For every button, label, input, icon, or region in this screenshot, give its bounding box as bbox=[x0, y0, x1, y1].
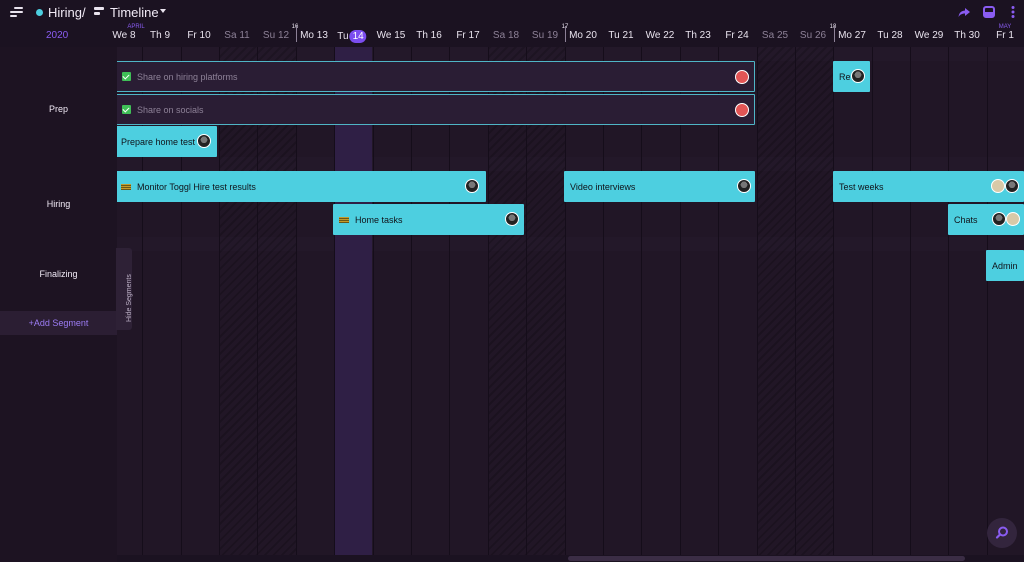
project-name[interactable]: Hiring bbox=[48, 5, 82, 20]
week-divider bbox=[565, 26, 566, 42]
date-header: 2020 APRIL MAY 16 17 18 We 8 Th 9 Fr 10 … bbox=[0, 24, 1024, 47]
day-label: Th 30 bbox=[954, 30, 980, 41]
zoom-icon bbox=[995, 526, 1008, 539]
add-segment-button[interactable]: +Add Segment bbox=[0, 311, 117, 335]
task-share-hiring-platforms[interactable]: Share on hiring platforms bbox=[117, 61, 755, 92]
task-share-on-socials[interactable]: Share on socials bbox=[117, 94, 755, 125]
task-prepare-home-test[interactable]: Prepare home test bbox=[117, 126, 217, 157]
timeline-grid: Share on hiring platforms Re Share on so… bbox=[117, 47, 1024, 555]
horizontal-scrollbar[interactable] bbox=[117, 555, 1024, 562]
avatar bbox=[505, 212, 519, 226]
menu-icon[interactable] bbox=[10, 7, 23, 17]
day-label: We 8 bbox=[112, 30, 136, 41]
avatar bbox=[735, 103, 749, 117]
day-label: Th 23 bbox=[685, 30, 711, 41]
avatar bbox=[991, 179, 1005, 193]
segments-column: Prep Hiring Finalizing +Add Segment bbox=[0, 47, 117, 562]
day-label: Fr 1 bbox=[996, 30, 1014, 41]
task-admin[interactable]: Admin bbox=[986, 250, 1024, 281]
week-number: 16 bbox=[291, 24, 299, 30]
day-label: Mo 27 bbox=[838, 30, 866, 41]
day-label: We 29 bbox=[914, 30, 944, 41]
avatar bbox=[737, 179, 751, 193]
day-label: Su 12 bbox=[262, 30, 290, 41]
task-re[interactable]: Re bbox=[833, 61, 870, 92]
project-color-dot bbox=[36, 9, 43, 16]
day-label: Sa 11 bbox=[224, 30, 250, 41]
day-label: Fr 10 bbox=[187, 30, 211, 41]
task-chats[interactable]: Chats bbox=[948, 204, 1024, 235]
day-label-today: Tu 14 bbox=[337, 30, 367, 43]
day-label: Su 26 bbox=[799, 30, 827, 41]
progress-icon bbox=[339, 216, 349, 223]
timeline-icon bbox=[94, 7, 104, 17]
hide-segments-toggle[interactable]: Hide Segments bbox=[116, 248, 133, 330]
more-icon[interactable] bbox=[1006, 5, 1020, 19]
week-divider bbox=[834, 26, 835, 42]
avatar bbox=[465, 179, 479, 193]
day-label: Th 9 bbox=[149, 30, 171, 41]
day-label: Fr 17 bbox=[456, 30, 480, 41]
task-monitor-hire-results[interactable]: Monitor Toggl Hire test results bbox=[117, 171, 486, 202]
scrollbar-thumb[interactable] bbox=[568, 556, 965, 561]
share-icon[interactable] bbox=[957, 5, 971, 19]
day-label: Mo 20 bbox=[569, 30, 597, 41]
day-label: Sa 18 bbox=[492, 30, 520, 41]
segment-finalizing[interactable]: Finalizing bbox=[0, 251, 117, 297]
task-home-tasks[interactable]: Home tasks bbox=[333, 204, 524, 235]
avatar bbox=[197, 134, 211, 148]
avatar bbox=[851, 69, 865, 83]
task-video-interviews[interactable]: Video interviews bbox=[564, 171, 755, 202]
day-label: Tu 28 bbox=[877, 30, 903, 41]
avatar bbox=[735, 70, 749, 84]
checkmark-icon[interactable] bbox=[122, 72, 131, 81]
today-badge: 14 bbox=[349, 30, 367, 43]
year-label: 2020 bbox=[46, 30, 69, 41]
progress-icon bbox=[121, 183, 131, 190]
day-label: Tu 21 bbox=[608, 30, 634, 41]
task-test-weeks[interactable]: Test weeks bbox=[833, 171, 1024, 202]
inbox-icon[interactable] bbox=[982, 5, 996, 19]
day-label: Sa 25 bbox=[761, 30, 789, 41]
segment-hiring[interactable]: Hiring bbox=[0, 171, 117, 237]
checkmark-icon[interactable] bbox=[122, 105, 131, 114]
week-divider bbox=[296, 26, 297, 42]
hide-segments-label: Hide Segments bbox=[126, 274, 133, 322]
view-name[interactable]: Timeline bbox=[110, 5, 159, 20]
day-label: We 15 bbox=[376, 30, 406, 41]
segment-prep[interactable]: Prep bbox=[0, 61, 117, 157]
zoom-button[interactable] bbox=[987, 518, 1017, 548]
day-label: Th 16 bbox=[416, 30, 442, 41]
day-label: Fr 24 bbox=[725, 30, 749, 41]
avatar bbox=[1006, 212, 1020, 226]
day-label: Mo 13 bbox=[300, 30, 328, 41]
day-label: Su 19 bbox=[531, 30, 559, 41]
week-number: 18 bbox=[829, 24, 837, 30]
chevron-down-icon[interactable] bbox=[160, 9, 166, 13]
breadcrumb-separator: / bbox=[82, 5, 86, 20]
avatar bbox=[992, 212, 1006, 226]
top-bar: Hiring / Timeline bbox=[0, 0, 1024, 24]
day-label: We 22 bbox=[645, 30, 675, 41]
avatar bbox=[1005, 179, 1019, 193]
